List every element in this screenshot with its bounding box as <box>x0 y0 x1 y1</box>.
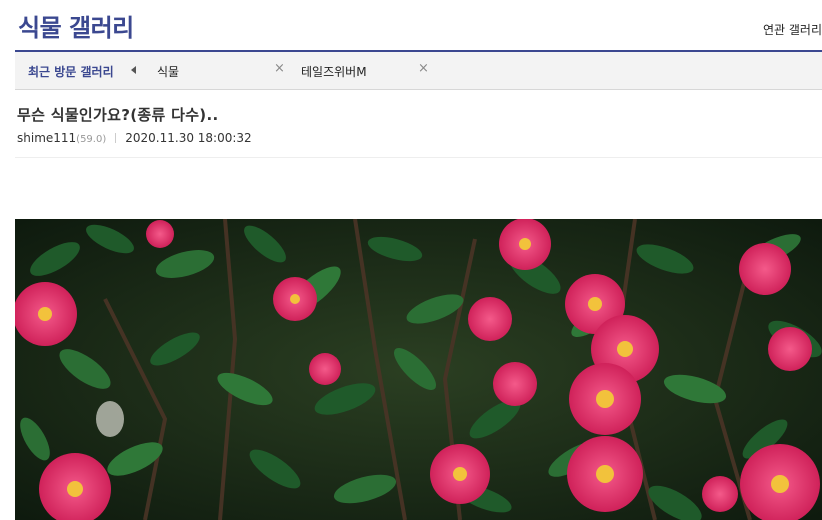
gallery-title[interactable]: 식물 갤러리 <box>18 8 134 43</box>
recent-gallery-label: 최근 방문 갤러리 <box>28 65 114 79</box>
post-header-divider <box>15 157 822 158</box>
recent-item-plant[interactable]: 식물 <box>157 63 179 80</box>
close-icon[interactable]: × <box>274 61 285 76</box>
related-gallery-link[interactable]: 연관 갤러리 <box>763 21 822 38</box>
post-date: 2020.11.30 18:00:32 <box>125 131 252 145</box>
camellia-photo <box>15 219 822 520</box>
author-score: (59.0) <box>76 134 107 145</box>
post-title: 무슨 식물인가요?(종류 다수).. <box>17 106 219 124</box>
post-photo <box>15 219 822 520</box>
recent-item-talesweaver[interactable]: 테일즈위버M <box>301 63 367 80</box>
meta-divider <box>115 133 117 143</box>
arrow-left-icon[interactable] <box>131 66 136 74</box>
close-icon[interactable]: × <box>418 61 429 76</box>
author-nickname[interactable]: shime111 <box>17 131 76 145</box>
gallery-header: 식물 갤러리 연관 갤러리 <box>0 0 822 52</box>
recent-gallery-bar: 최근 방문 갤러리 식물 × 테일즈위버M × <box>15 52 822 90</box>
post-meta: shime111(59.0) 2020.11.30 18:00:32 <box>17 131 252 145</box>
